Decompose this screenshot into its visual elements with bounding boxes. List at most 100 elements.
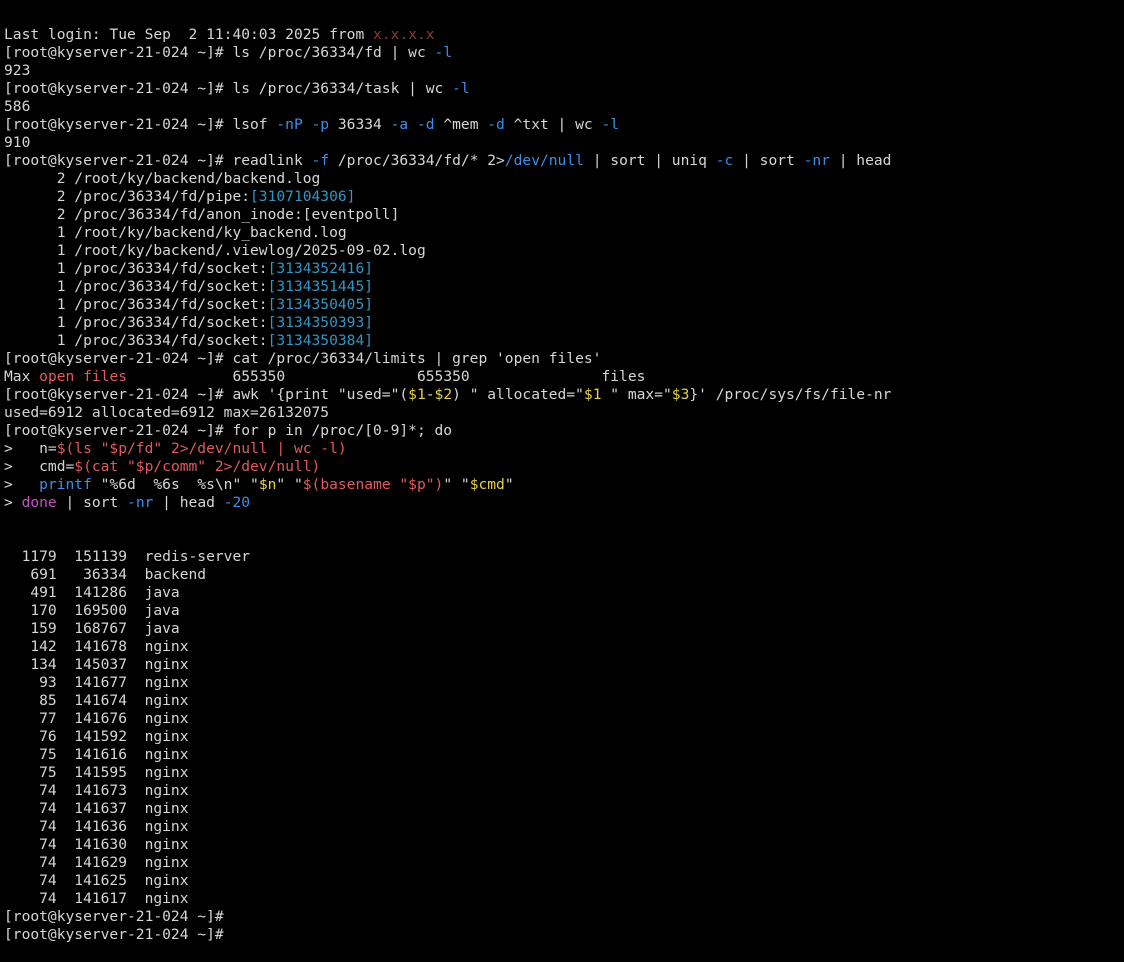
terminal-line: 74 141637 nginx [4, 800, 1124, 818]
terminal-text-segment: -l [452, 80, 470, 97]
terminal-line: 93 141677 nginx [4, 674, 1124, 692]
terminal-line: [root@kyserver-21-024 ~]# ls /proc/36334… [4, 80, 1124, 98]
terminal-text-segment: -nr [127, 494, 154, 511]
terminal-line: 1 /proc/36334/fd/socket:[3134350384] [4, 332, 1124, 350]
terminal-text-segment: /proc/36334/fd/* 2> [329, 152, 505, 169]
terminal-text-segment: Last login: Tue Sep 2 11:40:03 2025 from [4, 26, 374, 43]
terminal-line: > done | sort -nr | head -20 [4, 494, 1124, 512]
terminal-text-segment: -nr [803, 152, 830, 169]
terminal-text-segment: 586 [4, 98, 31, 115]
terminal-text-segment: [root@kyserver-21-024 ~]# [4, 926, 224, 943]
terminal-text-segment: 76 141592 nginx [4, 728, 189, 745]
terminal-line: 1 /proc/36334/fd/socket:[3134351445] [4, 278, 1124, 296]
terminal-text-segment: [root@kyserver-21-024 ~]# ls /proc/36334… [4, 44, 435, 61]
terminal-text-segment: "%6d %6s %s\n" " [91, 476, 259, 493]
terminal-text-segment: -l [601, 116, 620, 133]
terminal-line: 75 141616 nginx [4, 746, 1124, 764]
terminal-text-segment: Max [4, 368, 40, 385]
terminal-text-segment: -nP -p [276, 116, 330, 133]
terminal-line: > n=$(ls "$p/fd" 2>/dev/null | wc -l) [4, 440, 1124, 458]
terminal-output: Last login: Tue Sep 2 11:40:03 2025 from… [4, 26, 1124, 944]
terminal-text-segment: 74 141637 nginx [4, 800, 189, 817]
terminal-line: 2 /root/ky/backend/backend.log [4, 170, 1124, 188]
terminal-text-segment: 923 [4, 62, 31, 79]
terminal-line: Max open files 655350 655350 files [4, 368, 1124, 386]
terminal-text-segment: [3134351445] [267, 278, 374, 295]
terminal-line: 77 141676 nginx [4, 710, 1124, 728]
terminal-line: Last login: Tue Sep 2 11:40:03 2025 from… [4, 26, 1124, 44]
terminal-text-segment: 74 141625 nginx [4, 872, 189, 889]
terminal-line: 586 [4, 98, 1124, 116]
terminal-text-segment: 74 141673 nginx [4, 782, 189, 799]
terminal-line: 74 141617 nginx [4, 890, 1124, 908]
terminal-text-segment: done [21, 494, 57, 511]
terminal-line: [root@kyserver-21-024 ~]# [4, 926, 1124, 944]
terminal-text-segment: $(basename "$p") [302, 476, 444, 493]
terminal-text-segment: 134 145037 nginx [4, 656, 189, 673]
terminal-text-segment: - [425, 386, 435, 403]
terminal-line: 1179 151139 redis-server [4, 548, 1124, 566]
terminal-text-segment: 491 141286 java [4, 584, 180, 601]
terminal-text-segment: > cmd= [4, 458, 75, 475]
terminal-text-segment: ^txt | wc [504, 116, 602, 133]
terminal-text-segment: | sort | uniq [583, 152, 716, 169]
terminal-line: [root@kyserver-21-024 ~]# awk '{print "u… [4, 386, 1124, 404]
terminal-window[interactable]: Last login: Tue Sep 2 11:40:03 2025 from… [0, 0, 1124, 943]
terminal-line: > cmd=$(cat "$p/comm" 2>/dev/null) [4, 458, 1124, 476]
terminal-text-segment: [3107104306] [250, 188, 356, 205]
terminal-line: 1 /root/ky/backend/.viewlog/2025-09-02.l… [4, 242, 1124, 260]
terminal-text-segment: $1 [408, 386, 426, 403]
terminal-text-segment: }' /proc/sys/fs/file-nr [689, 386, 892, 403]
terminal-text-segment: 74 141636 nginx [4, 818, 189, 835]
terminal-line: 2 /proc/36334/fd/pipe:[3107104306] [4, 188, 1124, 206]
terminal-line: 2 /proc/36334/fd/anon_inode:[eventpoll] [4, 206, 1124, 224]
terminal-text-segment: x.x.x.x [373, 26, 435, 43]
terminal-text-segment: | sort [733, 152, 804, 169]
terminal-line: 74 141630 nginx [4, 836, 1124, 854]
terminal-text-segment: 1 /proc/36334/fd/socket: [4, 332, 268, 349]
terminal-text-segment: 655350 655350 files [127, 368, 646, 385]
terminal-line: 74 141636 nginx [4, 818, 1124, 836]
terminal-text-segment: 142 141678 nginx [4, 638, 189, 655]
terminal-text-segment: 93 141677 nginx [4, 674, 189, 691]
terminal-text-segment: [root@kyserver-21-024 ~]# for p in /proc… [4, 422, 453, 439]
terminal-text-segment: $2 [434, 386, 453, 403]
terminal-text-segment: 1 /proc/36334/fd/socket: [4, 278, 268, 295]
terminal-line: 691 36334 backend [4, 566, 1124, 584]
terminal-text-segment: 2 /proc/36334/fd/anon_inode:[eventpoll] [4, 206, 400, 223]
terminal-text-segment: [root@kyserver-21-024 ~]# cat /proc/3633… [4, 350, 602, 367]
terminal-text-segment: | head [829, 152, 892, 169]
terminal-text-segment: 36334 [329, 116, 391, 133]
terminal-text-segment: 1 /proc/36334/fd/socket: [4, 260, 268, 277]
terminal-text-segment: -f [311, 152, 330, 169]
terminal-text-segment: > [4, 494, 22, 511]
terminal-line: 74 141625 nginx [4, 872, 1124, 890]
terminal-line: [root@kyserver-21-024 ~]# [4, 908, 1124, 926]
terminal-text-segment: printf [39, 476, 92, 493]
terminal-line: 1 /proc/36334/fd/socket:[3134350405] [4, 296, 1124, 314]
terminal-text-segment: 77 141676 nginx [4, 710, 189, 727]
terminal-line: used=6912 allocated=6912 max=26132075 [4, 404, 1124, 422]
terminal-line: 170 169500 java [4, 602, 1124, 620]
terminal-text-segment: ) " allocated=" [452, 386, 584, 403]
terminal-text-segment: | head [153, 494, 224, 511]
terminal-text-segment: 75 141616 nginx [4, 746, 189, 763]
terminal-text-segment: 74 141630 nginx [4, 836, 189, 853]
terminal-text-segment: -l [434, 44, 453, 61]
terminal-text-segment: $cmd [469, 476, 505, 493]
terminal-text-segment: " " [443, 476, 470, 493]
terminal-text-segment: $n [258, 476, 277, 493]
terminal-text-segment: [root@kyserver-21-024 ~]# readlink [4, 152, 312, 169]
terminal-line: [root@kyserver-21-024 ~]# cat /proc/3633… [4, 350, 1124, 368]
terminal-line: [root@kyserver-21-024 ~]# ls /proc/36334… [4, 44, 1124, 62]
terminal-text-segment: ^mem [434, 116, 488, 133]
terminal-text-segment: [root@kyserver-21-024 ~]# lsof [4, 116, 277, 133]
terminal-text-segment: [root@kyserver-21-024 ~]# ls /proc/36334… [4, 80, 453, 97]
terminal-text-segment: > [4, 476, 40, 493]
terminal-line: 74 141629 nginx [4, 854, 1124, 872]
terminal-line: > printf "%6d %6s %s\n" "$n " "$(basename… [4, 476, 1124, 494]
terminal-line: 1 /root/ky/backend/ky_backend.log [4, 224, 1124, 242]
terminal-text-segment: $3 [671, 386, 690, 403]
